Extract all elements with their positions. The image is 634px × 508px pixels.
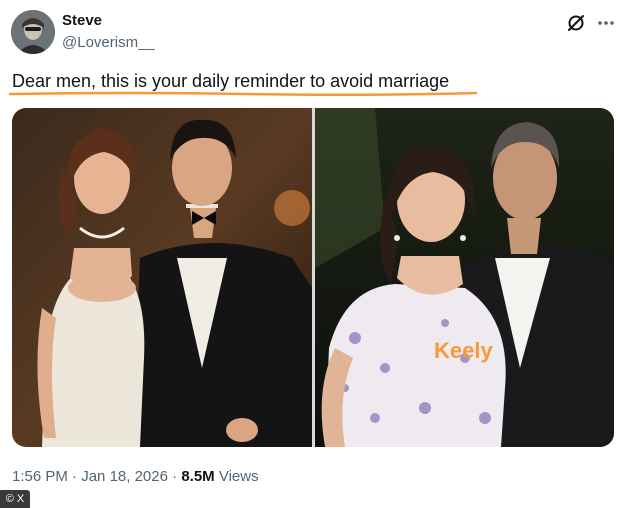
views-count: 8.5M	[181, 468, 215, 485]
views-label: Views	[214, 468, 259, 485]
tweet-date[interactable]: Jan 18, 2026	[81, 468, 168, 485]
tweet-time[interactable]: 1:56 PM	[12, 468, 68, 485]
photo-label-keely: Keely	[434, 338, 493, 363]
tweet-media[interactable]: Keely	[12, 108, 614, 447]
author-handle[interactable]: @Loverism__	[62, 34, 155, 51]
more-icon[interactable]	[596, 14, 616, 32]
author-name[interactable]: Steve	[62, 12, 102, 29]
source-watermark: © X	[0, 490, 30, 508]
text-underline-mark	[8, 91, 478, 97]
tweet-meta: 1:56 PM · Jan 18, 2026 · 8.5M Views	[12, 468, 259, 485]
tweet-text: Dear men, this is your daily reminder to…	[12, 71, 450, 91]
avatar[interactable]	[11, 10, 55, 54]
photo-left[interactable]	[12, 108, 312, 447]
tweet-card: Steve @Loverism__ Dear men, this is your…	[0, 0, 634, 508]
photo-right[interactable]: Keely	[315, 108, 614, 447]
meta-separator: ·	[167, 468, 182, 485]
meta-separator: ·	[67, 468, 82, 485]
grok-icon[interactable]	[566, 13, 586, 33]
